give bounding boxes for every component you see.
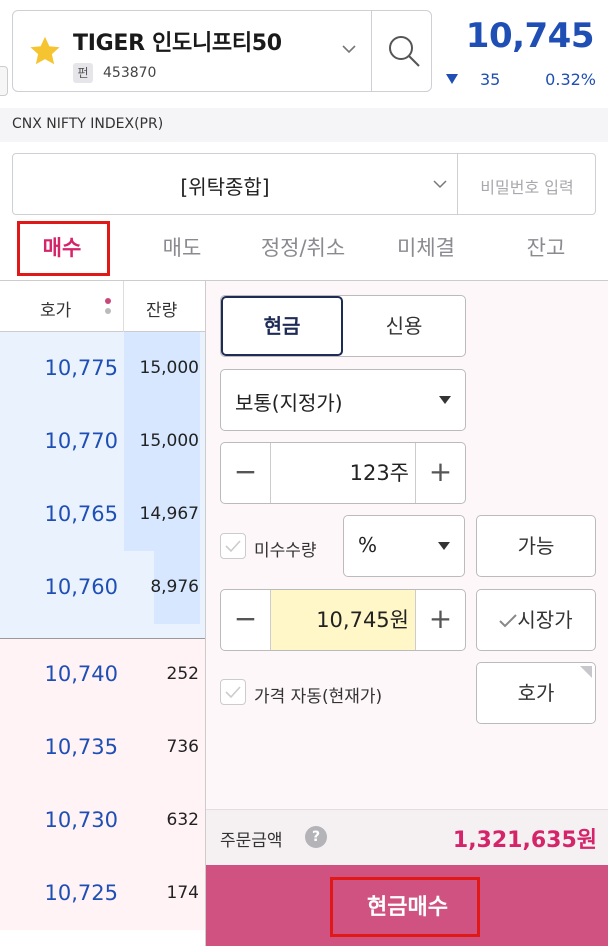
segment-cash[interactable]: 현금 [221,296,343,356]
dropdown-triangle-icon [439,396,451,404]
market-price-label: 시장가 [517,608,573,632]
price-minus-button[interactable]: − [221,590,271,650]
available-button[interactable]: 가능 [476,515,596,577]
amount-label: 주문금액 [220,831,283,851]
stock-name: TIGER 인도니프티50 [73,31,282,56]
order-type-select[interactable]: 보통(지정가) [220,369,466,431]
ask-price: 10,775 [44,356,118,380]
ask-spacer [0,624,205,638]
bid-price: 10,740 [44,662,118,686]
chevron-down-icon[interactable] [341,41,357,57]
help-icon[interactable]: ? [305,826,327,848]
bid-price: 10,730 [44,808,118,832]
odd-lot-checkbox[interactable] [220,533,246,559]
search-icon [389,36,420,67]
ask-price: 10,760 [44,575,118,599]
order-panel: 현금 신용 보통(지정가) − 123주 + 미수수량 % 가능 − 10,74… [205,280,608,946]
ask-qty: 15,000 [139,431,199,451]
odd-lot-label: 미수수량 [254,541,317,561]
corner-indicator-icon [580,666,592,678]
ask-qty: 8,976 [150,577,199,597]
chevron-down-icon [433,180,447,189]
qty-minus-button[interactable]: − [221,443,271,503]
price-change-rate: 0.32% [545,70,596,89]
quantity-stepper: − 123주 + [220,442,466,504]
password-placeholder: 비밀번호 입력 [480,178,574,197]
header-qty: 잔량 [146,301,178,321]
index-bar: CNX NIFTY INDEX(PR) [0,108,608,142]
quantity-input[interactable]: 123주 [271,443,415,503]
header-price: 호가 [40,301,72,321]
segment-credit[interactable]: 신용 [343,296,465,356]
percent-label: % [358,533,378,557]
account-select[interactable]: [위탁종합] [13,154,457,214]
order-kind-segment: 현금 신용 [220,295,466,357]
current-price: 10,745 [465,16,595,56]
order-book-divider [0,638,205,639]
price-change: 35 [480,70,501,89]
dots-icon[interactable] [105,297,111,317]
ask-price: 10,770 [44,429,118,453]
fund-badge: 펀 [73,63,93,83]
dropdown-triangle-icon [438,542,450,550]
tab-modify-cancel[interactable]: 정정/취소 [240,218,366,278]
bid-row[interactable]: 10,740 252 [0,638,205,711]
quote-label: 호가 [517,681,555,705]
order-type-label: 보통(지정가) [235,391,343,415]
check-icon [225,540,241,553]
ask-price: 10,765 [44,502,118,526]
bid-qty: 632 [166,810,199,830]
star-icon[interactable] [27,33,63,69]
stock-selector[interactable]: TIGER 인도니프티50 펀 453870 [12,10,432,92]
ask-row[interactable]: 10,760 8,976 [0,551,205,624]
quote-button[interactable]: 호가 [476,662,596,724]
order-amount-row: 주문금액 ? 1,321,635원 [206,809,608,865]
bid-row[interactable]: 10,725 174 [0,857,205,930]
password-input[interactable]: 비밀번호 입력 [457,154,595,214]
index-name: CNX NIFTY INDEX(PR) [12,116,164,132]
order-book-header: 호가 잔량 [0,280,205,333]
buy-highlight-box [330,877,480,937]
bid-row[interactable]: 10,735 736 [0,711,205,784]
bid-qty: 736 [166,737,199,757]
tab-unfilled[interactable]: 미체결 [376,218,476,278]
bid-qty: 174 [166,883,199,903]
ask-qty: 15,000 [139,358,199,378]
account-label: [위탁종합] [180,175,270,199]
price-plus-button[interactable]: + [415,590,465,650]
bid-price: 10,735 [44,735,118,759]
stock-code: 453870 [103,65,157,81]
tab-balance[interactable]: 잔고 [496,218,596,278]
ask-row[interactable]: 10,775 15,000 [0,332,205,405]
down-triangle-icon [446,74,458,84]
market-price-button[interactable]: 시장가 [476,589,596,651]
side-drawer-handle[interactable] [0,66,8,96]
percent-select[interactable]: % [343,515,465,577]
account-box: [위탁종합] 비밀번호 입력 [12,153,596,215]
check-icon [225,686,241,699]
amount-value: 1,321,635원 [452,828,597,853]
order-book: 호가 잔량 10,775 15,000 10,770 15,000 10,765… [0,280,205,946]
ask-row[interactable]: 10,765 14,967 [0,478,205,551]
search-button[interactable] [371,11,433,91]
qty-plus-button[interactable]: + [415,443,465,503]
tab-sell[interactable]: 매도 [132,218,232,278]
price-stepper: − 10,745원 + [220,589,466,651]
bid-row[interactable]: 10,730 632 [0,784,205,857]
bid-price: 10,725 [44,881,118,905]
check-icon [499,614,518,628]
ask-row[interactable]: 10,770 15,000 [0,405,205,478]
auto-price-label: 가격 자동(현재가) [254,687,383,707]
price-input[interactable]: 10,745원 [271,590,415,650]
tab-highlight-box [17,221,110,276]
auto-price-checkbox[interactable] [220,679,246,705]
cash-buy-button[interactable]: 현금매수 [206,865,608,946]
bid-qty: 252 [166,664,199,684]
ask-qty: 14,967 [139,504,199,524]
